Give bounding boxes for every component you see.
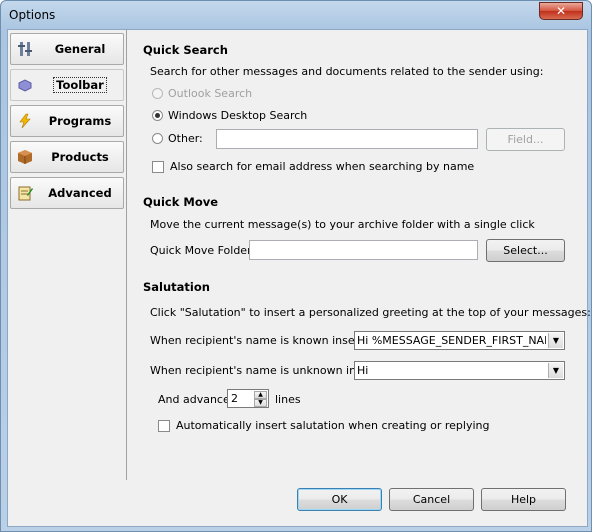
sidebar-item-label: Programs <box>48 114 112 128</box>
sidebar: General Toolbar Programs Products Advanc… <box>8 30 127 480</box>
lightning-icon <box>19 113 31 129</box>
outlook-search-label: Outlook Search <box>168 87 253 100</box>
unknown-name-value: Hi <box>357 364 369 377</box>
sidebar-item-products[interactable]: Products <box>10 141 124 173</box>
other-search-input[interactable] <box>216 129 478 149</box>
advance-label: And advance <box>158 393 230 406</box>
box-icon <box>18 150 32 164</box>
other-search-radio[interactable] <box>152 133 163 144</box>
auto-insert-checkbox[interactable] <box>158 420 170 432</box>
close-button[interactable]: ✕ <box>539 2 583 20</box>
sidebar-item-advanced[interactable]: Advanced <box>10 177 124 209</box>
sidebar-item-programs[interactable]: Programs <box>10 105 124 137</box>
email-search-checkbox[interactable] <box>152 161 164 173</box>
chevron-down-icon[interactable]: ▼ <box>548 363 563 378</box>
auto-insert-label: Automatically insert salutation when cre… <box>176 419 490 432</box>
quick-move-folder-input[interactable] <box>249 240 478 260</box>
unknown-name-label: When recipient's name is unknown insert: <box>150 364 382 377</box>
advance-lines-value: 2 <box>231 392 238 405</box>
cancel-button[interactable]: Cancel <box>389 488 474 511</box>
dialog-client-area: General Toolbar Programs Products Advanc… <box>7 29 591 527</box>
outlook-search-radio[interactable] <box>152 88 163 99</box>
sidebar-item-label: Advanced <box>48 186 112 200</box>
notepad-icon <box>18 186 33 201</box>
advance-unit-label: lines <box>275 393 301 406</box>
windows-search-label: Windows Desktop Search <box>168 109 308 122</box>
sidebar-item-toolbar[interactable]: Toolbar <box>10 69 124 101</box>
windows-search-radio[interactable] <box>152 110 163 121</box>
settings-panel: Quick Search Search for other messages a… <box>127 30 591 480</box>
quick-search-title: Quick Search <box>143 43 228 57</box>
chevron-down-icon[interactable]: ▼ <box>548 333 563 348</box>
quick-move-description: Move the current message(s) to your arch… <box>150 218 535 231</box>
quick-move-title: Quick Move <box>143 195 219 209</box>
other-search-label: Other: <box>168 132 203 145</box>
sidebar-item-label: Toolbar <box>53 77 107 93</box>
email-search-label: Also search for email address when searc… <box>170 160 475 173</box>
sidebar-item-general[interactable]: General <box>10 33 124 65</box>
window-title: Options <box>9 8 56 22</box>
unknown-name-select[interactable]: Hi ▼ <box>354 361 565 380</box>
known-name-select[interactable]: Hi %MESSAGE_SENDER_FIRST_NAME% ▼ <box>354 331 565 350</box>
known-name-value: Hi %MESSAGE_SENDER_FIRST_NAME% <box>357 334 546 347</box>
sidebar-item-label: Products <box>51 150 109 164</box>
help-button[interactable]: Help <box>481 488 566 511</box>
select-folder-button[interactable]: Select... <box>486 239 565 262</box>
quick-move-folder-label: Quick Move Folder: <box>150 244 256 257</box>
salutation-title: Salutation <box>143 280 210 294</box>
title-bar[interactable]: Options ✕ <box>1 1 591 29</box>
options-window: Options ✕ General Toolbar Programs Produ… <box>0 0 592 532</box>
spin-down-icon[interactable]: ▼ <box>254 399 267 407</box>
advance-lines-stepper[interactable]: 2 ▲ ▼ <box>227 389 269 408</box>
field-button[interactable]: Field... <box>486 128 565 151</box>
sidebar-item-label: General <box>54 42 106 56</box>
ok-button[interactable]: OK <box>297 488 382 511</box>
close-icon: ✕ <box>555 4 567 18</box>
salutation-description: Click "Salutation" to insert a personali… <box>150 306 591 319</box>
spin-up-icon[interactable]: ▲ <box>254 391 267 399</box>
quick-search-description: Search for other messages and documents … <box>150 65 544 78</box>
known-name-label: When recipient's name is known insert: <box>150 334 368 347</box>
tools-icon <box>18 42 32 56</box>
toolbar-icon <box>18 79 32 92</box>
